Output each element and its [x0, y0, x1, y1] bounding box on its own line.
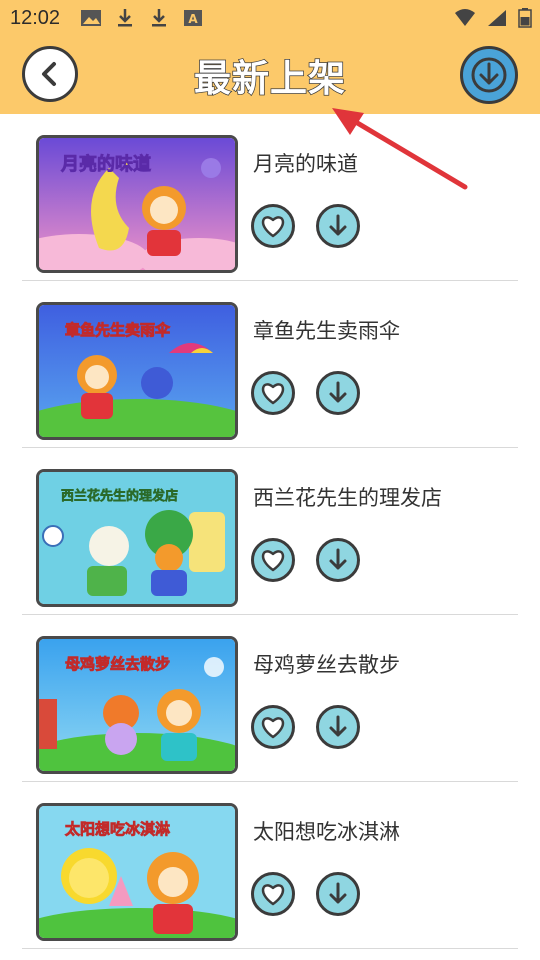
download-arrow-icon: [329, 548, 347, 570]
thumb-caption: 月亮的味道: [60, 153, 151, 175]
favorite-button[interactable]: [251, 538, 295, 582]
text-a-icon: A: [184, 10, 202, 26]
heart-icon: [261, 216, 285, 238]
heart-icon: [261, 550, 285, 572]
book-thumbnail[interactable]: 月亮的味道: [36, 135, 238, 273]
favorite-button[interactable]: [251, 371, 295, 415]
download-icon: [118, 9, 132, 27]
list-item[interactable]: 太阳想吃冰淇淋 太阳想吃冰淇淋: [22, 782, 518, 949]
book-thumbnail[interactable]: 太阳想吃冰淇淋: [36, 803, 238, 941]
heart-icon: [261, 383, 285, 405]
status-time: 12:02: [10, 7, 61, 29]
notification-icons: A: [80, 8, 204, 28]
wifi-icon: [455, 9, 475, 26]
heart-icon: [261, 717, 285, 739]
book-cover-image: 母鸡萝丝去散步: [39, 639, 235, 771]
battery-icon: [518, 8, 532, 28]
download-icon: [152, 9, 166, 27]
favorite-button[interactable]: [251, 872, 295, 916]
annotation-arrow-icon: [332, 108, 468, 190]
book-title[interactable]: 西兰花先生的理发店: [253, 482, 442, 512]
book-cover-image: 章鱼先生卖雨伞: [39, 305, 235, 437]
image-icon: [81, 10, 101, 26]
signal-icon: [488, 10, 506, 26]
heart-icon: [261, 884, 285, 906]
status-bar: 12:02 A: [0, 0, 540, 36]
thumb-caption: 太阳想吃冰淇淋: [65, 820, 170, 838]
book-thumbnail[interactable]: 章鱼先生卖雨伞: [36, 302, 238, 440]
favorite-button[interactable]: [251, 705, 295, 749]
svg-text:A: A: [188, 12, 198, 26]
download-arrow-icon: [329, 214, 347, 236]
download-arrow-icon: [329, 882, 347, 904]
page-title: 最新上架: [193, 56, 346, 101]
thumb-caption: 母鸡萝丝去散步: [65, 655, 170, 673]
list-item[interactable]: 章鱼先生卖雨伞 章鱼先生卖雨伞: [22, 281, 518, 448]
download-button[interactable]: [316, 872, 360, 916]
download-button[interactable]: [316, 705, 360, 749]
book-list: 月亮的味道 月亮的味道 章鱼先生卖雨伞 章鱼先生卖雨伞 西兰花先生的理发店 西兰…: [22, 114, 518, 949]
book-title[interactable]: 太阳想吃冰淇淋: [253, 816, 400, 846]
favorite-button[interactable]: [251, 204, 295, 248]
list-item[interactable]: 母鸡萝丝去散步 母鸡萝丝去散步: [22, 615, 518, 782]
thumb-caption: 章鱼先生卖雨伞: [65, 321, 171, 339]
book-thumbnail[interactable]: 西兰花先生的理发店: [36, 469, 238, 607]
download-arrow-icon: [329, 715, 347, 737]
book-cover-image: 西兰花先生的理发店: [39, 472, 235, 604]
book-title[interactable]: 章鱼先生卖雨伞: [253, 315, 400, 345]
book-title[interactable]: 母鸡萝丝去散步: [253, 649, 400, 679]
book-thumbnail[interactable]: 母鸡萝丝去散步: [36, 636, 238, 774]
download-button[interactable]: [316, 371, 360, 415]
thumb-caption: 西兰花先生的理发店: [61, 488, 178, 504]
download-arrow-icon: [329, 381, 347, 403]
download-button[interactable]: [316, 538, 360, 582]
download-button[interactable]: [316, 204, 360, 248]
book-cover-image: 月亮的味道: [39, 138, 235, 270]
download-arrow-icon: [471, 57, 507, 93]
system-icons: [454, 8, 532, 28]
book-cover-image: 太阳想吃冰淇淋: [39, 806, 235, 938]
list-item[interactable]: 西兰花先生的理发店 西兰花先生的理发店: [22, 448, 518, 615]
